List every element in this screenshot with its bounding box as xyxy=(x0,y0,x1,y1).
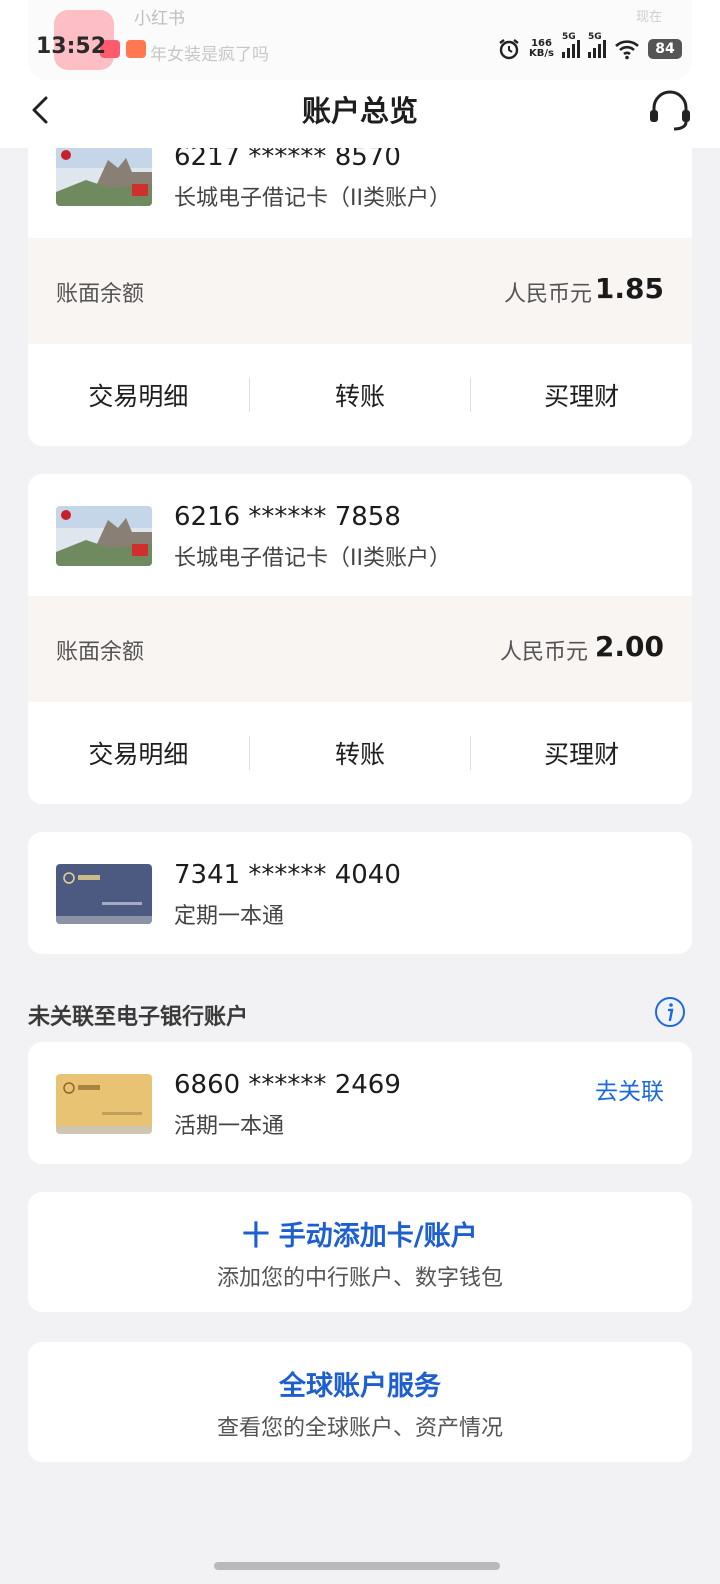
home-indicator[interactable] xyxy=(214,1562,500,1570)
account-type: 长城电子借记卡（II类账户） xyxy=(174,546,451,571)
network-speed: 166 KB/s xyxy=(529,38,554,59)
balance-row: 账面余额 人民币元 2.00 xyxy=(28,596,692,702)
signal-icon: 5G xyxy=(588,32,606,58)
passbook-image xyxy=(56,1074,152,1134)
transfer-button[interactable]: 转账 xyxy=(250,735,471,771)
section-title: 未关联至电子银行账户 xyxy=(28,1005,249,1030)
info-icon[interactable] xyxy=(654,996,686,1028)
nav-bar: 账户总览 xyxy=(0,80,720,140)
unlinked-account-card[interactable]: 6860 ****** 2469 活期一本通 去关联 xyxy=(28,1042,692,1164)
page-title: 账户总览 xyxy=(301,94,418,128)
passbook-image xyxy=(56,864,152,924)
account-card[interactable]: 7341 ****** 4040 定期一本通 xyxy=(28,832,692,954)
status-icons: 166 KB/s 5G 5G 84 xyxy=(497,32,682,62)
link-account-button[interactable]: 去关联 xyxy=(595,1072,664,1106)
transfer-button[interactable]: 转账 xyxy=(250,377,471,413)
account-card[interactable]: 6217 ****** 8570 长城电子借记卡（II类账户） 账面余额 人民币… xyxy=(28,110,692,446)
card-actions: 交易明细 转账 买理财 xyxy=(28,344,692,446)
wifi-icon xyxy=(615,40,639,60)
account-number: 6216 ****** 7858 xyxy=(174,502,401,532)
alarm-icon xyxy=(499,39,519,60)
balance-row: 账面余额 人民币元 1.85 xyxy=(28,238,692,344)
account-type: 定期一本通 xyxy=(174,904,285,929)
add-account-title: 十 手动添加卡/账户 xyxy=(242,1221,478,1252)
top-header: 小红书 现在 年女装是疯了吗 13:52 166 KB/s 5G 5G 84 账… xyxy=(0,0,720,148)
account-card[interactable]: 6216 ****** 7858 长城电子借记卡（II类账户） 账面余额 人民币… xyxy=(28,474,692,804)
global-account-service-button[interactable]: 全球账户服务 查看您的全球账户、资产情况 xyxy=(28,1342,692,1462)
add-account-subtitle: 添加您的中行账户、数字钱包 xyxy=(216,1266,503,1291)
notification-app-name: 小红书 xyxy=(134,9,185,29)
buy-wealth-product-button[interactable]: 买理财 xyxy=(471,735,692,771)
battery-indicator: 84 xyxy=(648,39,682,59)
debit-card-image xyxy=(56,506,152,566)
add-account-button[interactable]: 十 手动添加卡/账户 添加您的中行账户、数字钱包 xyxy=(28,1192,692,1312)
balance-value: 2.00 xyxy=(594,630,664,663)
card-actions: 交易明细 转账 买理财 xyxy=(28,702,692,804)
badge-icon xyxy=(126,40,146,58)
account-type: 活期一本通 xyxy=(174,1114,285,1139)
currency-label: 人民币元 xyxy=(499,640,588,665)
account-number: 6860 ****** 2469 xyxy=(174,1070,401,1100)
balance-value: 1.85 xyxy=(594,272,664,305)
account-type: 长城电子借记卡（II类账户） xyxy=(174,186,451,211)
customer-service-icon[interactable] xyxy=(646,88,694,132)
global-service-title: 全球账户服务 xyxy=(279,1371,441,1402)
status-time: 13:52 xyxy=(36,34,107,59)
transaction-details-button[interactable]: 交易明细 xyxy=(28,735,249,771)
account-number: 7341 ****** 4040 xyxy=(174,860,401,890)
debit-card-image xyxy=(56,146,152,206)
notification-text: 年女装是疯了吗 xyxy=(150,45,269,65)
balance-label: 账面余额 xyxy=(56,640,145,665)
currency-label: 人民币元 xyxy=(503,282,592,307)
global-service-subtitle: 查看您的全球账户、资产情况 xyxy=(216,1416,503,1441)
signal-icon: 5G xyxy=(562,32,580,58)
buy-wealth-product-button[interactable]: 买理财 xyxy=(471,377,692,413)
transaction-details-button[interactable]: 交易明细 xyxy=(28,377,249,413)
notification-time: 现在 xyxy=(635,10,662,25)
balance-label: 账面余额 xyxy=(56,282,145,307)
